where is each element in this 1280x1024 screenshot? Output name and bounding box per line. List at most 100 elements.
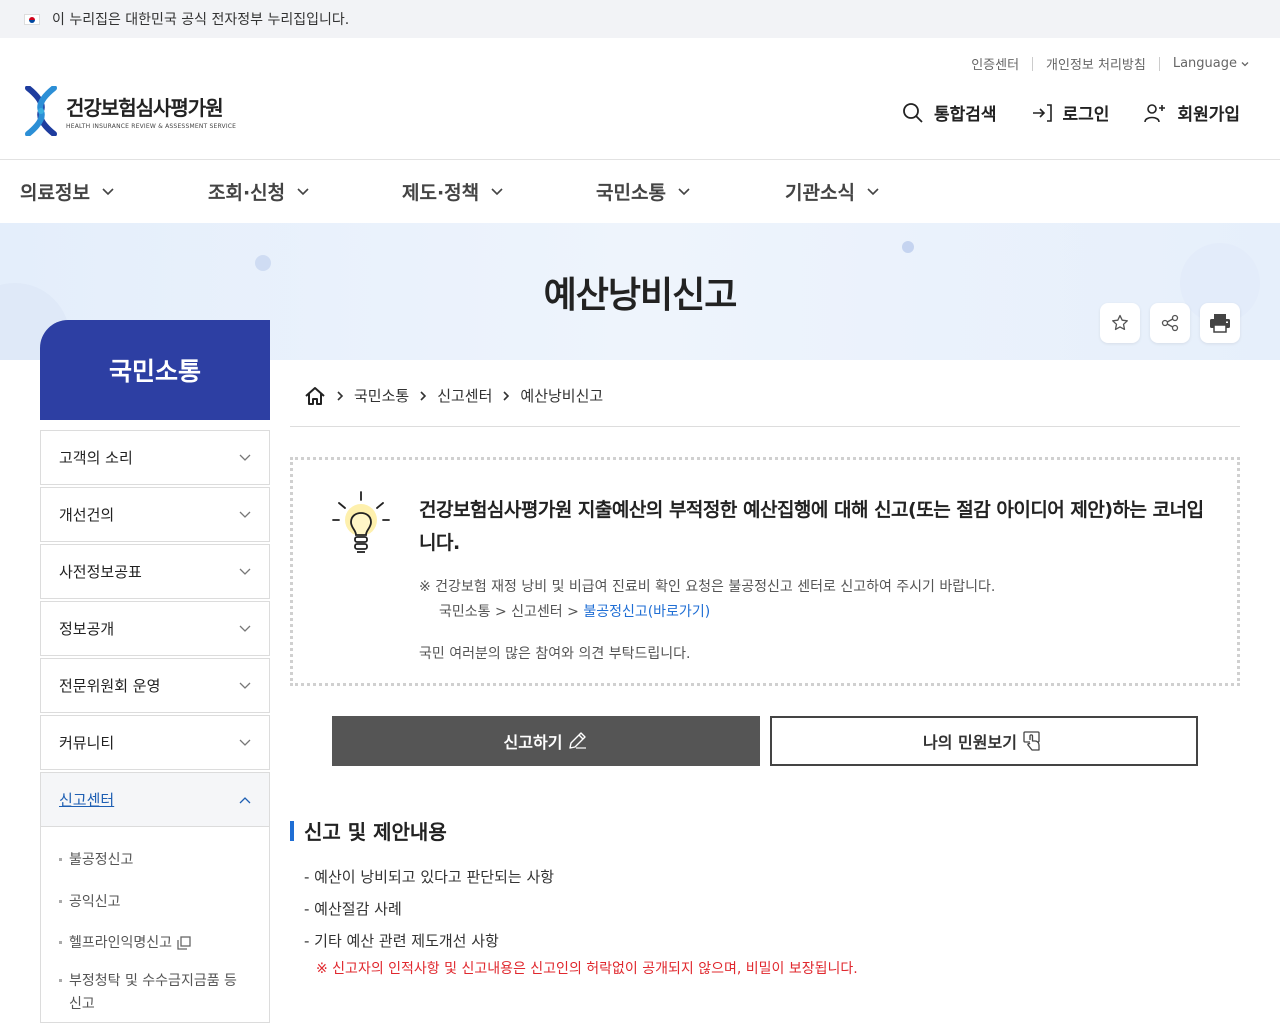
breadcrumb: 국민소통 신고센터 예산낭비신고 — [304, 385, 603, 406]
signup-label: 회원가입 — [1177, 105, 1240, 125]
chevron-down-icon — [297, 187, 309, 195]
hand-pointer-icon — [1023, 731, 1040, 751]
sidebar-subnav: 불공정신고 공익신고 헬프라인익명신고 부정청탁 및 수수금지금품 등 신고 — [40, 827, 270, 1023]
sidebar-item-report-center[interactable]: 신고센터 — [40, 772, 270, 827]
gnb-label: 기관소식 — [785, 182, 855, 204]
chevron-down-icon — [867, 187, 879, 195]
sidebar-item-label: 고객의 소리 — [59, 449, 133, 467]
login-label: 로그인 — [1062, 105, 1110, 125]
hira-logo-icon — [25, 86, 57, 136]
korea-flag-icon — [24, 13, 40, 25]
subnav-item-helpline[interactable]: 헬프라인익명신고 — [59, 932, 251, 954]
info-note: ※ 건강보험 재정 낭비 및 비급여 진료비 확인 요청은 불공정신고 센터로 … — [419, 579, 996, 595]
divider — [1158, 56, 1160, 71]
chevron-down-icon — [1241, 61, 1249, 66]
sidebar-item-pre-disclosure[interactable]: 사전정보공표 — [40, 544, 270, 599]
gnb-item-communication[interactable]: 국민소통 — [596, 178, 690, 205]
page-tools — [1100, 303, 1240, 343]
report-button-label: 신고하기 — [503, 733, 563, 752]
info-box: 건강보험심사평가원 지출예산의 부적정한 예산집행에 대해 신고(또는 절감 아… — [290, 457, 1240, 686]
language-label: Language — [1172, 56, 1237, 71]
info-path-prefix: 국민소통 > 신고센터 > — [439, 604, 584, 620]
list-item: - 예산절감 사례 — [304, 900, 402, 918]
gnb-item-inquiry[interactable]: 조회·신청 — [208, 178, 309, 205]
my-complaints-button[interactable]: 나의 민원보기 — [770, 716, 1198, 766]
info-title: 건강보험심사평가원 지출예산의 부적정한 예산집행에 대해 신고(또는 절감 아… — [419, 499, 1204, 554]
gnb-item-news[interactable]: 기관소식 — [785, 178, 879, 205]
chevron-down-icon — [678, 187, 690, 195]
search-label: 통합검색 — [933, 105, 997, 125]
sidebar-item-label: 전문위원회 운영 — [59, 677, 161, 695]
logo-name-en: HEALTH INSURANCE REVIEW & ASSESSMENT SER… — [66, 123, 237, 130]
home-icon[interactable] — [304, 386, 326, 406]
info-request: 국민 여러분의 많은 참여와 의견 부탁드립니다. — [419, 646, 691, 662]
signup-button[interactable]: 회원가입 — [1143, 100, 1240, 125]
sidebar-title: 국민소통 — [40, 320, 270, 420]
sidebar-nav: 고객의 소리 개선건의 사전정보공표 정보공개 전문위원회 운영 커뮤니티 신고… — [40, 430, 270, 1023]
report-button[interactable]: 신고하기 — [332, 716, 760, 766]
subnav-item-unfair-report[interactable]: 불공정신고 — [59, 849, 251, 871]
main-navigation: 의료정보 조회·신청 제도·정책 국민소통 기관소식 — [0, 159, 1280, 223]
sidebar-item-improvement[interactable]: 개선건의 — [40, 487, 270, 542]
share-icon — [1161, 314, 1179, 332]
favorite-button[interactable] — [1100, 303, 1140, 343]
report-content-list: - 예산이 낭비되고 있다고 판단되는 사항 - 예산절감 사례 - 기타 예산… — [304, 866, 554, 962]
gov-banner-text: 이 누리집은 대한민국 공식 전자정부 누리집입니다. — [52, 12, 350, 28]
divider — [1032, 56, 1034, 71]
share-button[interactable] — [1150, 303, 1190, 343]
chevron-down-icon — [239, 682, 251, 689]
sidebar-item-community[interactable]: 커뮤니티 — [40, 715, 270, 770]
chevron-right-icon — [337, 390, 344, 401]
new-window-icon — [176, 936, 191, 950]
chevron-down-icon — [239, 511, 251, 518]
header-actions: 통합검색 로그인 회원가입 — [902, 100, 1240, 125]
gnb-item-policy[interactable]: 제도·정책 — [402, 178, 503, 205]
chevron-right-icon — [420, 390, 427, 401]
privacy-warning: ※ 신고자의 인적사항 및 신고내용은 신고인의 허락없이 공개되지 않으며, … — [316, 961, 858, 977]
sidebar-item-committee[interactable]: 전문위원회 운영 — [40, 658, 270, 713]
chevron-down-icon — [239, 568, 251, 575]
utility-links: 인증센터 개인정보 처리방침 Language — [971, 54, 1250, 73]
gnb-item-medical-info[interactable]: 의료정보 — [20, 178, 114, 205]
subnav-helpline-label: 헬프라인익명신고 — [69, 934, 173, 951]
logo-name-ko: 건강보험심사평가원 — [66, 96, 224, 120]
sidebar-item-label: 커뮤니티 — [59, 734, 115, 752]
chevron-down-icon — [239, 739, 251, 746]
login-button[interactable]: 로그인 — [1031, 100, 1110, 125]
search-icon — [903, 102, 923, 123]
gnb-label: 국민소통 — [596, 182, 666, 204]
pencil-icon — [569, 732, 587, 749]
lightbulb-icon — [332, 491, 390, 553]
sidebar-item-info-disclosure[interactable]: 정보공개 — [40, 601, 270, 656]
site-logo[interactable]: 건강보험심사평가원 HEALTH INSURANCE REVIEW & ASSE… — [24, 86, 236, 136]
login-icon — [1032, 103, 1052, 122]
privacy-policy-link[interactable]: 개인정보 처리방침 — [1046, 54, 1146, 73]
chevron-down-icon — [102, 187, 114, 195]
decor-dot — [902, 241, 914, 253]
star-icon — [1112, 314, 1128, 331]
section-title: 신고 및 제안내용 — [290, 816, 447, 845]
printer-icon — [1210, 314, 1230, 333]
sidebar-item-customer-voice[interactable]: 고객의 소리 — [40, 430, 270, 485]
breadcrumb-item[interactable]: 국민소통 — [354, 385, 409, 406]
my-complaints-label: 나의 민원보기 — [923, 733, 1017, 752]
breadcrumb-item[interactable]: 신고센터 — [437, 385, 492, 406]
divider — [290, 426, 1240, 427]
gnb-label: 조회·신청 — [208, 182, 286, 204]
sidebar-item-label: 사전정보공표 — [59, 563, 142, 581]
sidebar-item-label: 정보공개 — [59, 620, 115, 638]
page-title: 예산낭비신고 — [543, 275, 738, 316]
chevron-down-icon — [491, 187, 503, 195]
subnav-item-public-interest[interactable]: 공익신고 — [59, 891, 251, 913]
cert-center-link[interactable]: 인증센터 — [971, 54, 1019, 73]
list-item: - 예산이 낭비되고 있다고 판단되는 사항 — [304, 868, 555, 886]
gnb-label: 제도·정책 — [402, 182, 480, 204]
chevron-up-icon — [239, 796, 251, 803]
breadcrumb-current: 예산낭비신고 — [520, 387, 604, 405]
sidebar-item-label: 개선건의 — [59, 506, 115, 524]
unfair-report-link[interactable]: 불공정신고(바로가기) — [583, 604, 710, 620]
print-button[interactable] — [1200, 303, 1240, 343]
search-button[interactable]: 통합검색 — [902, 100, 997, 125]
language-select[interactable]: Language — [1173, 56, 1250, 71]
subnav-item-solicitation[interactable]: 부정청탁 및 수수금지금품 등 신고 — [59, 970, 239, 1015]
